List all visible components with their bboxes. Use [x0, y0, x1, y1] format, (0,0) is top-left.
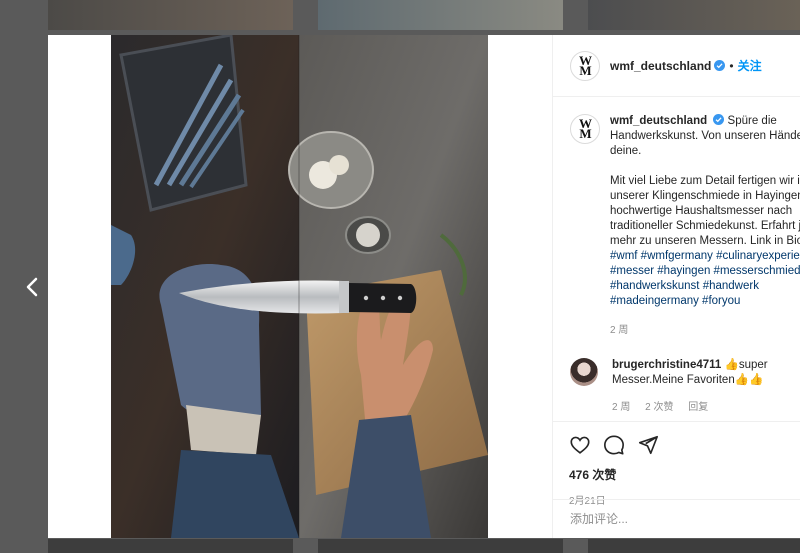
post-media: [48, 35, 552, 538]
chevron-left-icon: [26, 277, 38, 297]
comments-section[interactable]: WM wmf_deutschland Spüre die Handwerksku…: [553, 98, 800, 423]
previous-post-button[interactable]: [18, 272, 48, 302]
caption-time[interactable]: 2 周: [610, 323, 800, 338]
caption-line: mehr zu unseren Messern. Link in Bio: [610, 235, 800, 247]
account-username[interactable]: wmf_deutschland: [610, 59, 711, 73]
hashtag-line[interactable]: #madeingermany #foryou: [610, 294, 800, 309]
verified-badge-icon: [714, 60, 726, 71]
comment-time[interactable]: 2 周: [612, 402, 630, 413]
caption-line: Spüre die: [727, 115, 777, 127]
share-button[interactable]: [637, 434, 659, 456]
comment-input[interactable]: [570, 512, 770, 526]
caption-line: Mit viel Liebe zum Detail fertigen wir i: [610, 175, 800, 187]
background-thumbnail[interactable]: [318, 0, 563, 30]
caption-line: Handwerkskunst. Von unseren Hände: [610, 130, 800, 142]
commenter-username[interactable]: brugerchristine4711: [612, 359, 721, 371]
caption-line: hochwertige Haushaltsmesser nach: [610, 205, 793, 217]
background-thumbnail[interactable]: [318, 539, 563, 553]
comment: brugerchristine4711 👍super Messer.Meine …: [553, 338, 800, 415]
separator-dot: •: [729, 58, 734, 73]
comment-line: Messer.Meine Favoriten👍👍: [612, 374, 764, 386]
knife-photo-image: [111, 35, 488, 538]
comment-meta: 2 周 2 次赞 回复: [612, 400, 768, 415]
comment-button[interactable]: [603, 434, 625, 456]
account-avatar[interactable]: WM: [570, 50, 600, 81]
comment-icon: [604, 435, 624, 455]
post-actions: 476 次赞 2月21日: [553, 421, 800, 507]
post-modal: WM wmf_deutschland • 关注 WM wmf_deutschla…: [48, 35, 800, 538]
caption-line: unserer Klingenschmiede in Hayingen: [610, 190, 800, 202]
post-sidebar: WM wmf_deutschland • 关注 WM wmf_deutschla…: [552, 35, 800, 538]
hashtag-line[interactable]: #wmf #wmfgermany #culinaryexperie: [610, 249, 800, 264]
hashtag-line[interactable]: #messer #hayingen #messerschmied: [610, 264, 800, 279]
like-button[interactable]: [569, 434, 591, 456]
likes-count[interactable]: 476 次赞: [569, 466, 800, 483]
share-icon: [638, 435, 658, 455]
background-thumbnail[interactable]: [588, 539, 800, 553]
hashtag-line[interactable]: #handwerkskunst #handwerk: [610, 279, 800, 294]
logo-letter: M: [579, 62, 591, 78]
heart-icon: [570, 436, 590, 454]
caption-line: deine.: [610, 145, 642, 157]
caption: WM wmf_deutschland Spüre die Handwerksku…: [553, 98, 800, 338]
caption-text: wmf_deutschland Spüre die Handwerkskunst…: [610, 114, 800, 338]
logo-letter: M: [579, 126, 591, 141]
post-header: WM wmf_deutschland • 关注: [553, 35, 800, 97]
follow-button[interactable]: 关注: [738, 57, 762, 74]
verified-badge-icon: [713, 114, 725, 125]
account-avatar[interactable]: WM: [570, 114, 600, 144]
add-comment-bar: [553, 499, 800, 538]
comment-likes[interactable]: 2 次赞: [645, 402, 673, 413]
commenter-avatar[interactable]: [570, 358, 598, 386]
post-photo[interactable]: [111, 35, 488, 538]
background-thumbnail[interactable]: [588, 0, 800, 30]
comment-line: 👍super: [724, 359, 768, 371]
reply-button[interactable]: 回复: [688, 402, 708, 413]
comment-text: brugerchristine4711 👍super Messer.Meine …: [612, 358, 768, 415]
caption-line: traditioneller Schmiedekunst. Erfahrt j: [610, 220, 800, 232]
action-icons: [569, 434, 800, 456]
background-thumbnail[interactable]: [48, 539, 293, 553]
caption-username[interactable]: wmf_deutschland: [610, 115, 707, 127]
background-thumbnail[interactable]: [48, 0, 293, 30]
